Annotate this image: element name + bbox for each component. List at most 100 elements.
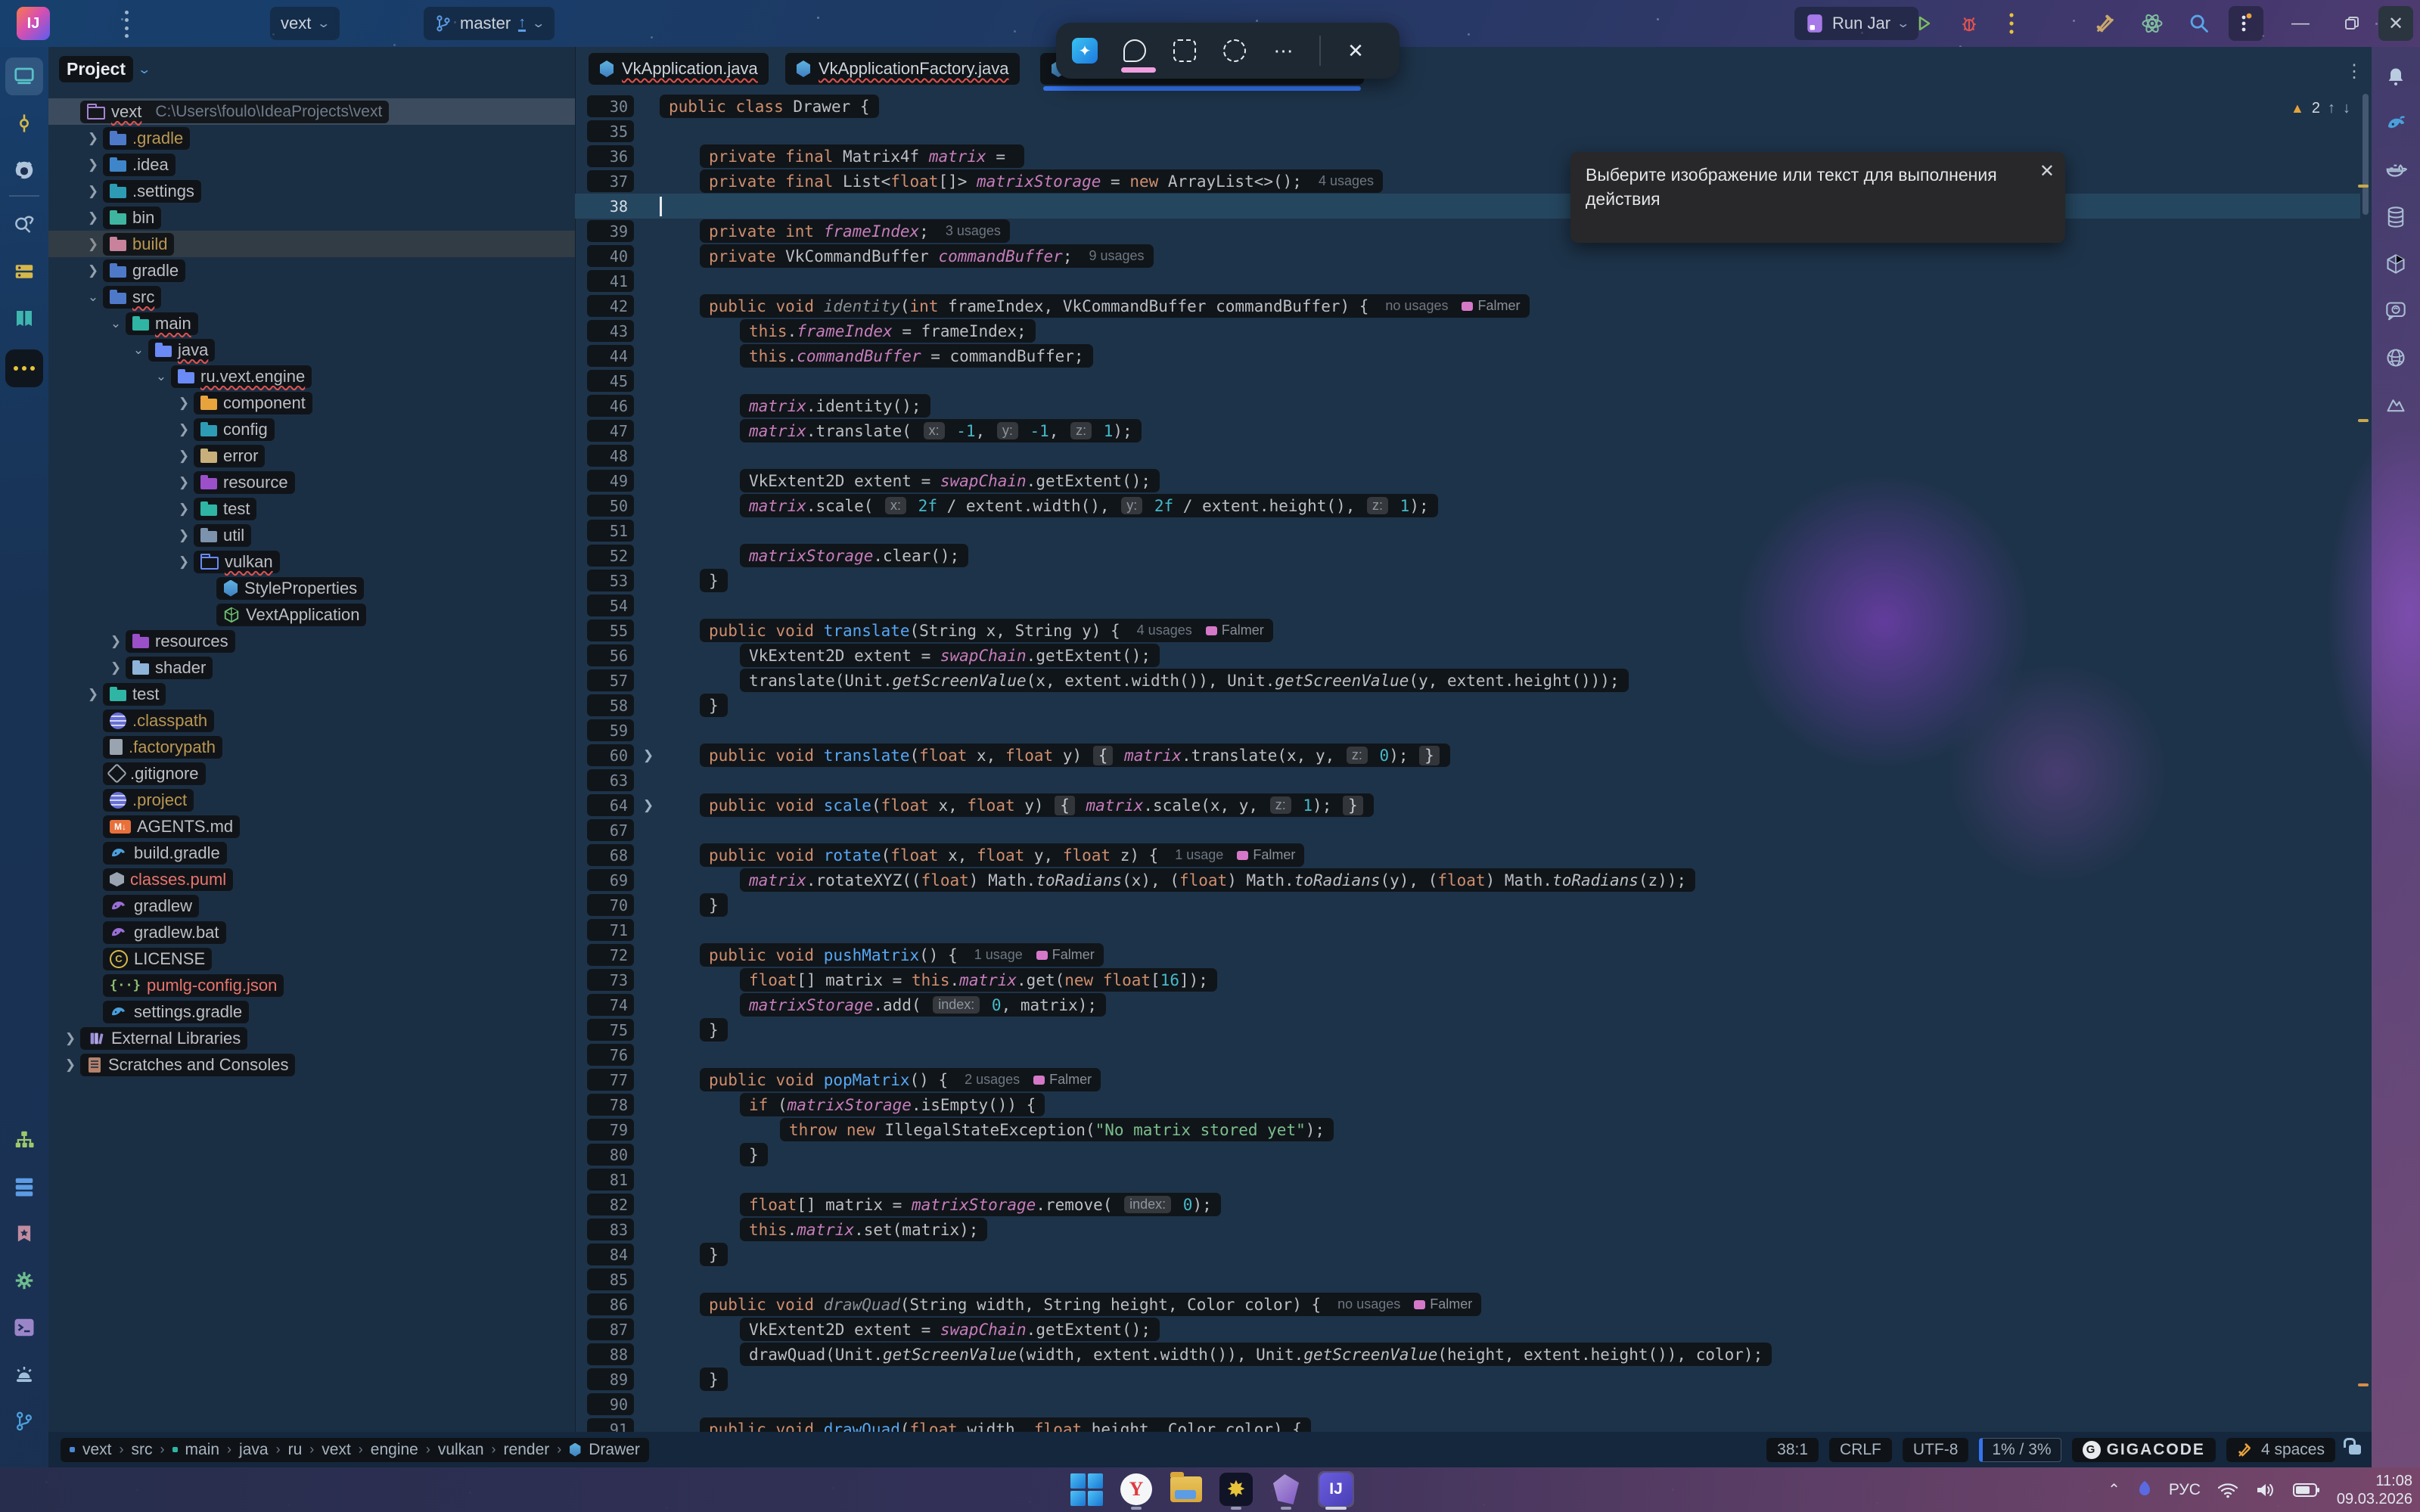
breadcrumb-item-engine[interactable]: engine xyxy=(371,1441,418,1459)
titlebar-more-icon[interactable] xyxy=(2229,6,2263,41)
editor-scrollbar[interactable] xyxy=(2363,94,2369,1425)
usages-hint[interactable]: 4 usages xyxy=(1137,622,1192,638)
line-number[interactable]: 88 xyxy=(587,1343,634,1365)
usages-hint[interactable]: 3 usages xyxy=(946,223,1001,239)
file-explorer-app[interactable] xyxy=(1168,1471,1204,1507)
code-line-46[interactable]: 46matrix.identity(); xyxy=(575,393,2372,418)
docker-tool-icon[interactable] xyxy=(2377,151,2415,189)
code-line-89[interactable]: 89} xyxy=(575,1367,2372,1392)
volume-icon[interactable] xyxy=(2255,1481,2276,1499)
services-db-tool-icon[interactable] xyxy=(5,1168,43,1206)
code-text[interactable]: matrix.rotateXYZ((float) Math.toRadians(… xyxy=(740,868,1695,892)
breadcrumb-item-drawer[interactable]: Drawer xyxy=(589,1441,640,1459)
line-number[interactable]: 55 xyxy=(587,619,634,641)
code-line-30[interactable]: 30public class Drawer { xyxy=(575,94,2372,119)
tree-item-component[interactable]: ❯component xyxy=(48,390,575,416)
line-number[interactable]: 60 xyxy=(587,744,634,766)
code-line-42[interactable]: 42public void identity(int frameIndex, V… xyxy=(575,293,2372,318)
line-number[interactable]: 64 xyxy=(587,794,634,816)
code-text[interactable]: public void drawQuad(String width, Strin… xyxy=(700,1293,1481,1316)
line-number[interactable]: 39 xyxy=(587,220,634,242)
project-selector[interactable]: vext ⌄ xyxy=(270,7,340,40)
code-text[interactable]: if (matrixStorage.isEmpty()) { xyxy=(740,1093,1045,1116)
usages-hint[interactable]: 1 usage xyxy=(974,947,1023,963)
code-text[interactable]: } xyxy=(700,569,728,592)
author-hint[interactable]: Falmer xyxy=(1237,847,1295,863)
prev-problem-icon[interactable]: ↑ xyxy=(2328,100,2335,117)
code-text[interactable]: float[] matrix = matrixStorage.remove( i… xyxy=(740,1193,1221,1216)
ai-chat-tool-icon[interactable] xyxy=(2377,292,2415,330)
chevron-right-icon[interactable]: ❯ xyxy=(174,475,194,490)
code-text[interactable]: } xyxy=(700,893,728,917)
chevron-down-icon[interactable]: ⌄ xyxy=(129,343,148,358)
line-number[interactable]: 52 xyxy=(587,545,634,567)
code-line-47[interactable]: 47matrix.translate( x: -1, y: -1, z: 1); xyxy=(575,418,2372,443)
author-hint[interactable]: Falmer xyxy=(1462,298,1520,314)
code-line-74[interactable]: 74matrixStorage.add( index: 0, matrix); xyxy=(575,992,2372,1017)
tree-item-error[interactable]: ❯error xyxy=(48,442,575,469)
chevron-right-icon[interactable]: ❯ xyxy=(106,660,126,675)
bookmarks-tool-icon[interactable] xyxy=(5,1215,43,1253)
line-number[interactable]: 70 xyxy=(587,894,634,916)
tree-item-config[interactable]: ❯config xyxy=(48,416,575,442)
code-line-40[interactable]: 40private VkCommandBuffer commandBuffer;… xyxy=(575,244,2372,269)
code-line-45[interactable]: 45 xyxy=(575,368,2372,393)
gradle-tool-icon[interactable] xyxy=(2377,104,2415,142)
chevron-right-icon[interactable]: ❯ xyxy=(83,131,103,146)
tree-item-scratches-and-consoles[interactable]: ❯Scratches and Consoles xyxy=(48,1051,575,1078)
wifi-icon[interactable] xyxy=(2217,1482,2238,1498)
line-number[interactable]: 54 xyxy=(587,595,634,616)
line-number[interactable]: 45 xyxy=(587,370,634,392)
keyboard-layout[interactable]: РУС xyxy=(2169,1481,2201,1499)
code-text[interactable]: throw new IllegalStateException("No matr… xyxy=(780,1118,1334,1141)
code-text[interactable]: } xyxy=(700,1368,728,1391)
chevron-right-icon[interactable]: ❯ xyxy=(174,422,194,437)
code-text[interactable]: public void identity(int frameIndex, VkC… xyxy=(700,294,1530,318)
code-text[interactable]: this.commandBuffer = commandBuffer; xyxy=(740,344,1093,368)
usages-hint[interactable]: no usages xyxy=(1337,1296,1400,1312)
tree-item-bin[interactable]: ❯bin xyxy=(48,204,575,231)
chevron-right-icon[interactable]: ❯ xyxy=(83,263,103,278)
tree-item-resources[interactable]: ❯resources xyxy=(48,628,575,654)
code-line-87[interactable]: 87VkExtent2D extent = swapChain.getExten… xyxy=(575,1317,2372,1342)
settings-sync-tool-icon[interactable] xyxy=(5,1262,43,1299)
usages-hint[interactable]: 1 usage xyxy=(1175,847,1223,863)
line-number[interactable]: 82 xyxy=(587,1194,634,1215)
code-line-85[interactable]: 85 xyxy=(575,1267,2372,1292)
obsidian-app[interactable] xyxy=(1268,1471,1304,1507)
code-text[interactable]: public class Drawer { xyxy=(660,95,879,118)
breadcrumb-item-render[interactable]: render xyxy=(504,1441,550,1459)
code-line-36[interactable]: 36private final Matrix4f matrix = xyxy=(575,144,2372,169)
usages-hint[interactable]: 4 usages xyxy=(1319,173,1374,189)
line-number[interactable]: 46 xyxy=(587,395,634,417)
code-line-69[interactable]: 69matrix.rotateXYZ((float) Math.toRadian… xyxy=(575,868,2372,893)
chevron-right-icon[interactable]: ❯ xyxy=(83,157,103,172)
tab-vkapplication[interactable]: VkApplication.java xyxy=(589,53,769,85)
chevron-right-icon[interactable]: ❯ xyxy=(174,554,194,570)
tree-item-settings-gradle[interactable]: settings.gradle xyxy=(48,998,575,1025)
line-number[interactable]: 71 xyxy=(587,919,634,941)
code-text[interactable]: private final Matrix4f matrix = xyxy=(700,144,1024,168)
tray-app-icon[interactable] xyxy=(2137,1480,2152,1500)
chevron-right-icon[interactable]: ❯ xyxy=(174,528,194,543)
smart-capture-tool-icon[interactable]: ✦ xyxy=(1070,36,1100,66)
documentation-tool-icon[interactable] xyxy=(5,300,43,337)
code-line-90[interactable]: 90 xyxy=(575,1392,2372,1417)
lasso-select-tool-icon[interactable] xyxy=(1219,36,1250,66)
code-line-41[interactable]: 41 xyxy=(575,269,2372,293)
code-text[interactable]: this.matrix.set(matrix); xyxy=(740,1218,987,1241)
breadcrumbs[interactable]: vext›src›main›java›ru›vext›engine›vulkan… xyxy=(61,1438,649,1462)
chevron-right-icon[interactable]: ❯ xyxy=(61,1057,80,1073)
tooltip-close-icon[interactable]: ✕ xyxy=(2039,160,2055,184)
line-number[interactable]: 74 xyxy=(587,994,634,1016)
editor-area[interactable]: VkApplication.java VkApplicationFactory.… xyxy=(575,47,2372,1432)
code-text[interactable]: this.frameIndex = frameIndex; xyxy=(740,319,1036,343)
code-line-91[interactable]: 91public void drawQuad(float width, floa… xyxy=(575,1417,2372,1432)
tab-vkapplicationfactory[interactable]: VkApplicationFactory.java xyxy=(785,53,1020,85)
line-number[interactable]: 72 xyxy=(587,944,634,966)
breadcrumb-item-main[interactable]: main xyxy=(185,1441,220,1459)
code-text[interactable]: public void translate(String x, String y… xyxy=(700,619,1273,642)
line-number[interactable]: 68 xyxy=(587,844,634,866)
tree-item-gradle[interactable]: ❯gradle xyxy=(48,257,575,284)
line-number[interactable]: 40 xyxy=(587,245,634,267)
